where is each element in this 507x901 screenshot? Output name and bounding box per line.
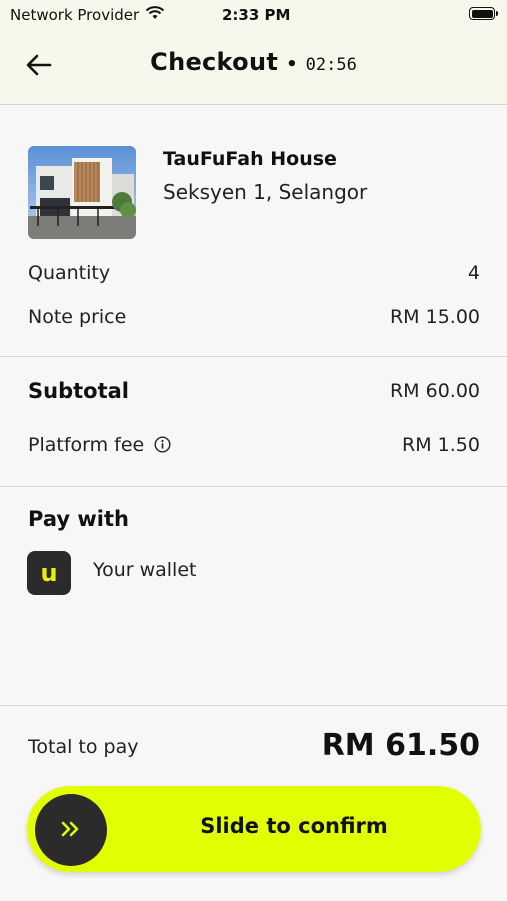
checkout-header: Checkout • 02:56 [0, 30, 507, 105]
wifi-icon [145, 6, 165, 24]
info-icon[interactable] [154, 436, 171, 453]
quantity-value: 4 [467, 262, 480, 284]
title-separator: • [286, 54, 298, 75]
total-value: RM 61.50 [321, 728, 480, 763]
divider [0, 356, 507, 357]
carrier-info: Network Provider [10, 6, 165, 24]
slider-knob[interactable] [35, 794, 107, 866]
property-location: Seksyen 1, Selangor [163, 180, 368, 204]
header-title-group: Checkout • 02:56 [0, 48, 507, 76]
subtotal-value: RM 60.00 [389, 380, 480, 402]
status-bar: Network Provider 2:33 PM [0, 0, 507, 30]
total-label: Total to pay [28, 736, 139, 758]
house-photo [28, 146, 136, 239]
status-time: 2:33 PM [222, 6, 291, 24]
property-name: TauFuFah House [163, 148, 337, 170]
countdown-timer: 02:56 [305, 55, 357, 75]
page-title: Checkout [150, 48, 279, 76]
platform-fee-value: RM 1.50 [402, 434, 480, 456]
pay-with-title: Pay with [28, 507, 129, 531]
double-chevron-right-icon [60, 816, 82, 844]
wallet-option-label[interactable]: Your wallet [93, 559, 196, 581]
slider-label: Slide to confirm [200, 814, 388, 838]
divider [0, 486, 507, 487]
quantity-label: Quantity [28, 262, 111, 284]
carrier-name: Network Provider [10, 6, 140, 24]
slide-to-confirm-slider[interactable]: Slide to confirm [27, 786, 481, 872]
subtotal-label: Subtotal [28, 379, 129, 403]
battery-icon [469, 7, 498, 20]
platform-fee-row: Platform fee [28, 434, 171, 456]
wallet-logo-letter: u [40, 559, 58, 587]
platform-fee-label: Platform fee [28, 434, 145, 456]
wallet-logo[interactable]: u [27, 551, 71, 595]
note-price-value: RM 15.00 [389, 306, 480, 328]
note-price-label: Note price [28, 306, 127, 328]
